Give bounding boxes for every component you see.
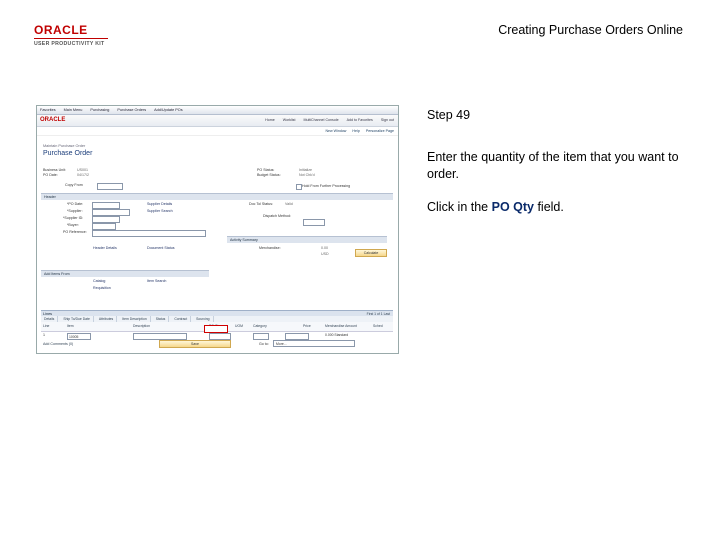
category-field[interactable]	[285, 333, 309, 340]
po-status-label: PO Status:	[257, 168, 275, 172]
logo-wordmark: ORACLE	[34, 23, 88, 37]
go-to-value: More...	[276, 342, 287, 346]
toolbar-link[interactable]: Personalize Page	[366, 129, 394, 133]
app-toolbar: New Window Help Personalize Page	[37, 127, 398, 136]
supplier-id-label: *Supplier ID:	[63, 216, 84, 220]
table-row: 1 10005 0.000 Standard	[41, 332, 393, 340]
requisition-link[interactable]: Requisition	[93, 286, 111, 290]
col-price: Price	[303, 324, 311, 328]
po-date-value: 04/17/2	[77, 173, 89, 177]
currency-value: USD	[321, 252, 329, 256]
supplier-label: *Supplier:	[67, 209, 83, 213]
col-item: Item	[67, 324, 74, 328]
top-link[interactable]: Add to Favorites	[347, 118, 373, 122]
top-link[interactable]: Home	[265, 118, 275, 122]
business-unit-value: US001	[77, 168, 88, 172]
business-unit-label: Business Unit:	[43, 168, 66, 172]
step-action-field: PO Qty	[491, 200, 534, 214]
logo-divider	[34, 38, 108, 39]
activity-summary-bar[interactable]: Activity Summary	[227, 236, 387, 243]
step-action: Click in the PO Qty field.	[427, 200, 564, 214]
go-to-label: Go to:	[259, 342, 269, 346]
hold-label: Hold From Further Processing	[302, 184, 351, 188]
menu-item[interactable]: Favorites	[40, 108, 56, 112]
oracle-upk-logo: ORACLE USER PRODUCTIVITY KIT	[34, 24, 124, 47]
buyer-field[interactable]	[92, 223, 116, 230]
menu-item[interactable]: Add/Update POs	[154, 108, 183, 112]
header-section-bar[interactable]: Header	[41, 193, 393, 200]
top-link[interactable]: MultiChannel Console	[303, 118, 338, 122]
dispatch-method-select[interactable]	[303, 219, 325, 226]
app-breadcrumb: Maintain Purchase Order	[43, 144, 86, 148]
add-items-from-bar[interactable]: Add Items From	[41, 270, 209, 277]
po-date-field[interactable]	[92, 202, 120, 209]
row-merch: 0.000 Standard	[325, 333, 349, 337]
menu-item[interactable]: Purchasing	[90, 108, 109, 112]
menu-item[interactable]: Main Menu	[64, 108, 83, 112]
po-date2-label: *PO Date:	[67, 202, 84, 206]
step-label: Step 49	[427, 108, 471, 122]
add-comments-link[interactable]: Add Comments (0)	[43, 342, 73, 346]
logo-subtitle: USER PRODUCTIVITY KIT	[34, 41, 105, 47]
supplier-id-field[interactable]	[92, 216, 120, 223]
po-status-value: Initialize	[299, 168, 312, 172]
uom-field[interactable]	[253, 333, 269, 340]
step-action-prefix: Click in the	[427, 200, 492, 214]
copy-from-select[interactable]	[97, 183, 123, 190]
calculate-button[interactable]: Calculate	[355, 249, 387, 257]
toolbar-link[interactable]: New Window	[325, 129, 346, 133]
page-title: Creating Purchase Orders Online	[498, 23, 683, 37]
add-items-from-label: Add Items From	[44, 272, 70, 276]
supplier-search-link[interactable]: Supplier Search	[147, 209, 173, 213]
col-uom: UOM	[235, 324, 243, 328]
po-reference-label: PO Reference:	[63, 230, 87, 234]
merch-amount-value: 0.00	[321, 246, 328, 250]
item-search-link[interactable]: Item Search	[147, 279, 166, 283]
doc-tol-status-value: Valid	[285, 202, 293, 206]
merch-amount-label: Merchandise:	[259, 246, 281, 250]
app-menubar: Favorites Main Menu Purchasing Purchase …	[37, 106, 398, 115]
header-section-label: Header	[44, 195, 56, 199]
toolbar-link[interactable]: Help	[352, 129, 359, 133]
budget-status-value: Not Chk'd	[299, 173, 315, 177]
col-description: Description	[133, 324, 150, 328]
app-brandbar: ORACLE Home Worklist MultiChannel Consol…	[37, 115, 398, 127]
po-qty-field[interactable]	[209, 333, 231, 340]
col-category: Category	[253, 324, 267, 328]
header-details-link[interactable]: Header Details	[93, 246, 117, 250]
step-action-suffix: field.	[533, 200, 564, 214]
budget-status-label: Budget Status:	[257, 173, 281, 177]
step-instruction: Enter the quantity of the item that you …	[427, 150, 679, 181]
copy-from-label: Copy From	[65, 183, 83, 187]
col-line: Line	[43, 324, 50, 328]
buyer-label: *Buyer:	[67, 223, 79, 227]
supplier-details-link[interactable]: Supplier Details	[147, 202, 172, 206]
row-line: 1	[43, 333, 45, 337]
top-link[interactable]: Worklist	[283, 118, 296, 122]
activity-summary-label: Activity Summary	[230, 238, 258, 242]
col-merch-amount: Merchandise Amount	[325, 324, 357, 328]
app-top-links: Home Worklist MultiChannel Console Add t…	[265, 118, 394, 122]
supplier-field[interactable]	[92, 209, 130, 216]
dispatch-method-label: Dispatch Method:	[263, 214, 291, 218]
catalog-link[interactable]: Catalog	[93, 279, 105, 283]
po-reference-field[interactable]	[92, 230, 206, 237]
item-field[interactable]: 10005	[67, 333, 91, 340]
doc-tol-status-label: Doc Tol Status:	[249, 202, 274, 206]
col-sched: Sched	[373, 324, 383, 328]
app-brand-logo: ORACLE	[40, 117, 66, 123]
po-date-label: PO Date:	[43, 173, 58, 177]
item-field-value: 10005	[69, 335, 79, 339]
app-page-title: Purchase Order	[43, 150, 93, 157]
menu-item[interactable]: Purchase Orders	[117, 108, 146, 112]
save-button[interactable]: Save	[159, 340, 231, 348]
go-to-select[interactable]: More...	[273, 340, 355, 347]
top-link[interactable]: Sign out	[381, 118, 394, 122]
description-field[interactable]	[133, 333, 187, 340]
application-screenshot: Favorites Main Menu Purchasing Purchase …	[36, 105, 399, 354]
document-status-link[interactable]: Document Status	[147, 246, 175, 250]
